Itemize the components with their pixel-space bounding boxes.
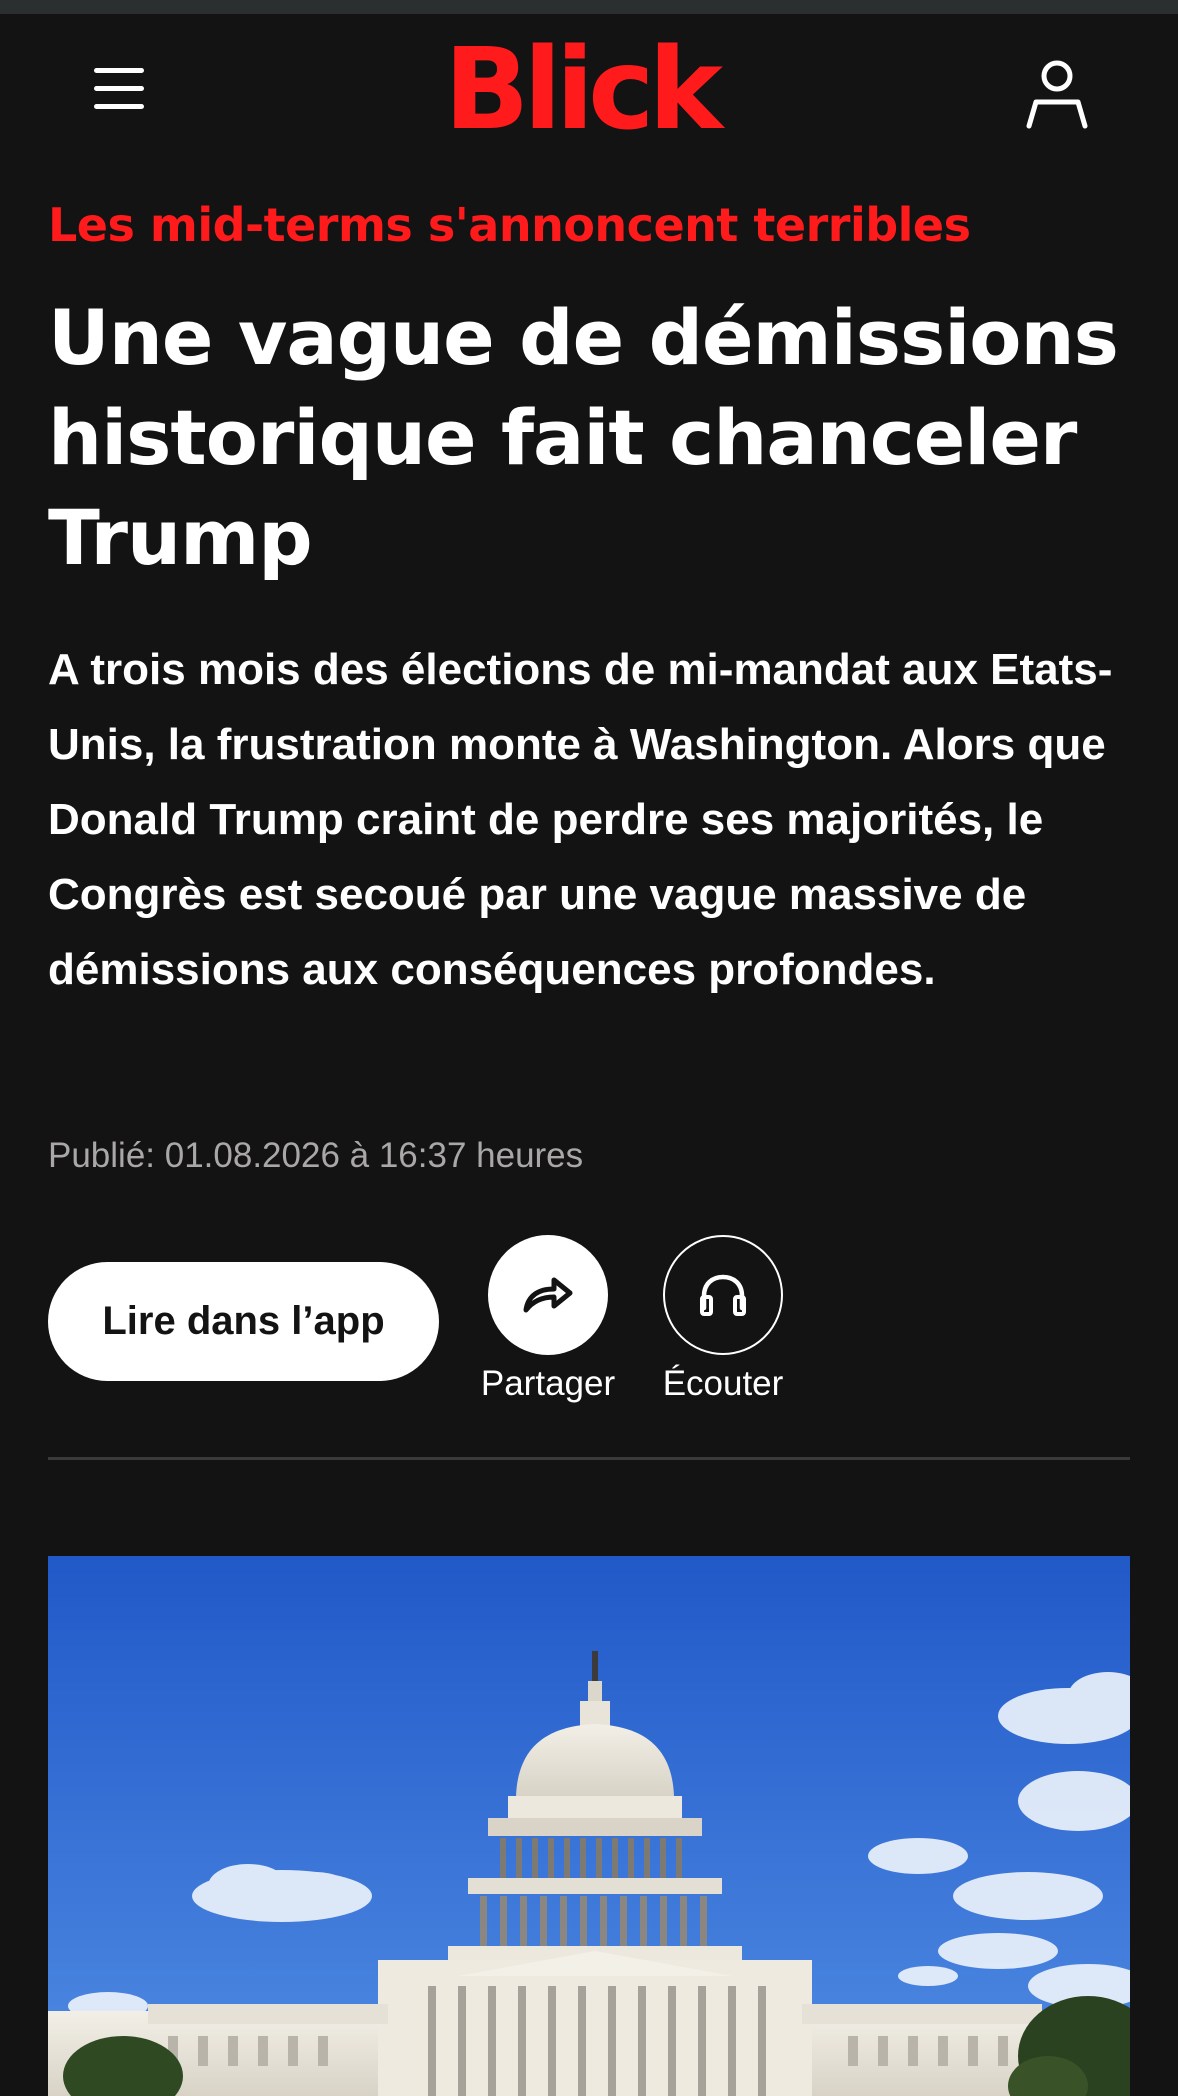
share-button[interactable] bbox=[488, 1235, 608, 1355]
blick-logo[interactable]: Blick bbox=[444, 34, 723, 146]
divider bbox=[48, 1457, 1130, 1460]
listen-button[interactable] bbox=[663, 1235, 783, 1355]
article-lead: A trois mois des élections de mi-mandat … bbox=[48, 645, 1113, 994]
share-label[interactable]: Partager bbox=[458, 1364, 638, 1404]
publish-date: Publié: 01.08.2026 à 16:37 heures bbox=[48, 1136, 584, 1175]
account-button[interactable] bbox=[1024, 54, 1090, 134]
article-kicker: Les mid-terms s'annoncent terribles bbox=[48, 198, 971, 252]
listen-label[interactable]: Écouter bbox=[633, 1364, 813, 1404]
menu-button[interactable] bbox=[88, 64, 150, 114]
user-icon bbox=[1026, 60, 1088, 129]
site-header: Blick bbox=[0, 14, 1178, 164]
article-title: Une vague de démissions historique fait … bbox=[48, 293, 1119, 582]
capitol-building-photo bbox=[48, 1556, 1130, 2096]
hamburger-menu-icon bbox=[94, 68, 144, 73]
status-strip bbox=[0, 0, 1178, 14]
read-in-app-button[interactable]: Lire dans l’app bbox=[48, 1262, 439, 1381]
hero-image[interactable] bbox=[48, 1556, 1130, 2096]
share-arrow-icon bbox=[523, 1277, 573, 1313]
headphones-icon bbox=[700, 1274, 746, 1316]
